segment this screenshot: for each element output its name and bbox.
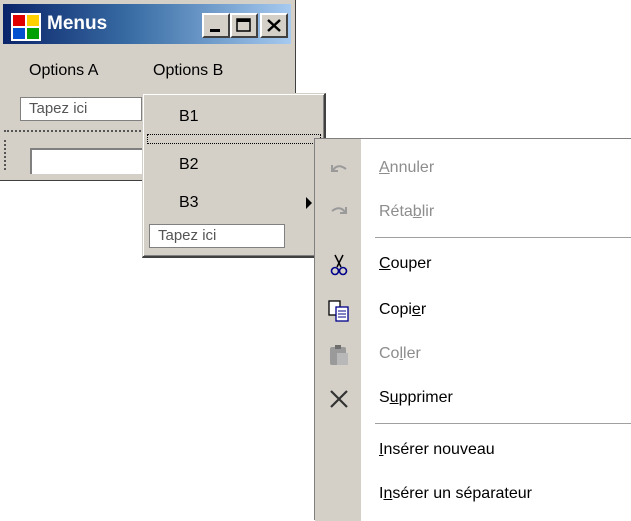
context-separator [375, 423, 631, 424]
menu-options-b[interactable]: Options B [153, 62, 223, 80]
menu-item-b1[interactable]: B1 [179, 108, 199, 126]
menu-item-b3[interactable]: B3 [179, 194, 199, 212]
maximize-icon [236, 18, 251, 32]
options-b-dropdown: B1 B2 B3 Tapez ici [142, 93, 326, 258]
context-item-copy[interactable]: Copier [379, 301, 426, 319]
minimize-button[interactable] [202, 13, 230, 38]
context-item-redo[interactable]: Rétablir [379, 203, 434, 221]
context-menu-icon-strip [315, 139, 361, 521]
context-item-delete[interactable]: Supprimer [379, 389, 453, 407]
context-item-cut[interactable]: Couper [379, 255, 431, 273]
redo-icon [331, 207, 347, 214]
minimize-icon [210, 29, 220, 32]
design-dotted-edge [4, 140, 8, 170]
title-bar[interactable]: Menus [3, 4, 291, 44]
delete-icon [330, 390, 348, 408]
separator-placeholder[interactable] [147, 134, 321, 144]
scissors-icon [330, 254, 348, 276]
context-item-undo[interactable]: Annuler [379, 159, 434, 177]
close-icon [267, 19, 281, 32]
menu-bar: Options A Options B [3, 56, 291, 90]
copy-icon [328, 300, 349, 322]
design-dotted-line [4, 130, 144, 133]
dropdown-type-here[interactable]: Tapez ici [149, 224, 285, 248]
context-item-insert-new[interactable]: Insérer nouveau [379, 441, 495, 459]
context-item-insert-separator[interactable]: Insérer un séparateur [379, 485, 532, 503]
maximize-button[interactable] [230, 13, 258, 38]
menu-options-a[interactable]: Options A [29, 62, 98, 80]
undo-icon [331, 165, 347, 172]
submenu-arrow-icon [306, 197, 312, 209]
context-separator [375, 237, 631, 238]
status-strip-placeholder [30, 148, 146, 174]
close-button[interactable] [260, 13, 288, 38]
menu-item-b2[interactable]: B2 [179, 156, 199, 174]
menubar-type-here[interactable]: Tapez ici [20, 97, 142, 121]
context-menu: Annuler Rétablir Couper Copier Coller Su… [314, 138, 631, 521]
context-item-paste[interactable]: Coller [379, 345, 421, 363]
window-title: Menus [47, 13, 108, 34]
form-app-icon [11, 13, 41, 41]
paste-icon [330, 345, 348, 365]
